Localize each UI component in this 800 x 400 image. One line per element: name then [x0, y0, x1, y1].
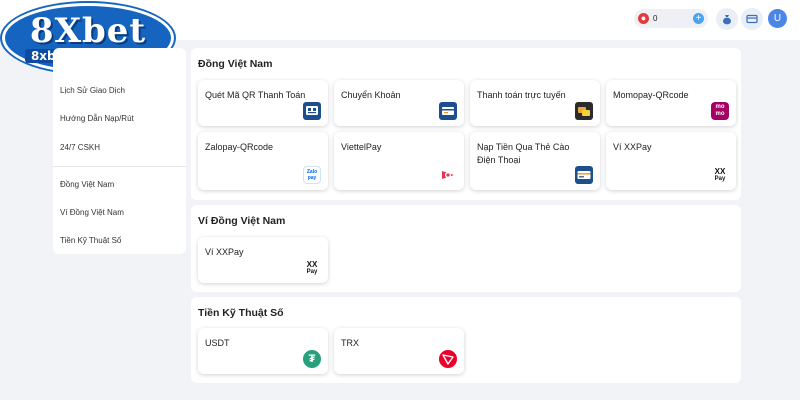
viettelpay-icon	[439, 166, 457, 184]
card-label: Quét Mã QR Thanh Toán	[205, 90, 306, 100]
section-title: Đồng Việt Nam	[198, 58, 273, 70]
add-funds-icon[interactable]: +	[693, 13, 704, 24]
xxpay-icon: XX Pay	[306, 260, 318, 276]
phone-card-icon	[575, 166, 593, 184]
payment-card-online[interactable]: Thanh toán trực tuyến	[470, 80, 600, 126]
logo-text: 8Xbet	[29, 10, 147, 51]
payment-card-bank-transfer[interactable]: Chuyển Khoản	[334, 80, 464, 126]
section-title: Ví Đồng Việt Nam	[198, 215, 286, 227]
balance-value: 0	[653, 14, 658, 23]
zalopay-icon: Zalo pay	[303, 166, 321, 184]
money-bag-icon	[723, 15, 731, 25]
payment-card-zalopay[interactable]: Zalopay-QRcode Zalo pay	[198, 132, 328, 190]
usdt-icon: ₮	[303, 350, 321, 368]
section-crypto: Tiền Kỹ Thuật Số USDT ₮ TRX	[191, 297, 741, 383]
payment-card-viettelpay[interactable]: ViettelPay	[334, 132, 464, 190]
section-vnd-wallet: Ví Đồng Việt Nam Ví XXPay XX Pay	[191, 205, 741, 292]
payment-card-phone-card[interactable]: Nạp Tiền Qua Thẻ Cào Điện Thoại	[470, 132, 600, 190]
card-label: Chuyển Khoản	[341, 90, 401, 100]
momo-icon: mo mo	[711, 102, 729, 120]
sidebar-item-deposit-guide[interactable]: Hướng Dẫn Nạp/Rút	[60, 114, 134, 123]
sidebar: Lịch Sử Giao Dịch Hướng Dẫn Nạp/Rút 24/7…	[53, 48, 186, 254]
sidebar-item-crypto[interactable]: Tiền Kỹ Thuật Số	[60, 236, 121, 245]
section-vnd: Đồng Việt Nam Quét Mã QR Thanh Toán Chuy…	[191, 48, 741, 200]
card-icon	[746, 14, 758, 24]
card-label: Thanh toán trực tuyến	[477, 90, 566, 100]
payment-card-usdt[interactable]: USDT ₮	[198, 328, 328, 374]
payment-card-trx[interactable]: TRX	[334, 328, 464, 374]
online-payment-icon	[575, 102, 593, 120]
sidebar-item-support[interactable]: 24/7 CSKH	[60, 143, 100, 152]
sidebar-divider	[53, 166, 186, 167]
card-label: Zalopay-QRcode	[205, 142, 274, 152]
section-title: Tiền Kỹ Thuật Số	[198, 307, 284, 319]
card-label: ViettelPay	[341, 142, 382, 152]
bank-transfer-icon	[439, 102, 457, 120]
payment-card-momo[interactable]: Momopay-QRcode mo mo	[606, 80, 736, 126]
user-avatar[interactable]: U	[768, 9, 787, 28]
trx-icon	[439, 350, 457, 368]
payment-card-xxpay[interactable]: Ví XXPay XX Pay	[606, 132, 736, 190]
sidebar-item-vnd[interactable]: Đồng Việt Nam	[60, 180, 114, 189]
card-label: Momopay-QRcode	[613, 90, 689, 100]
card-label: Nạp Tiền Qua Thẻ Cào Điện Thoại	[477, 142, 570, 165]
card-label: TRX	[341, 338, 359, 348]
xxpay-icon: XX Pay	[714, 167, 726, 183]
currency-icon: ●	[638, 13, 649, 24]
card-button[interactable]	[741, 8, 763, 30]
payment-card-qr[interactable]: Quét Mã QR Thanh Toán	[198, 80, 328, 126]
wallet-button[interactable]	[716, 8, 738, 30]
card-label: Ví XXPay	[205, 247, 244, 257]
card-label: Ví XXPay	[613, 142, 652, 152]
card-label: USDT	[205, 338, 230, 348]
payment-card-xxpay[interactable]: Ví XXPay XX Pay	[198, 237, 328, 283]
sidebar-item-transaction-history[interactable]: Lịch Sử Giao Dịch	[60, 86, 125, 95]
qr-payment-icon	[303, 102, 321, 120]
sidebar-item-vnd-wallet[interactable]: Ví Đồng Việt Nam	[60, 208, 124, 217]
balance-pill[interactable]: ● 0 +	[634, 9, 708, 28]
